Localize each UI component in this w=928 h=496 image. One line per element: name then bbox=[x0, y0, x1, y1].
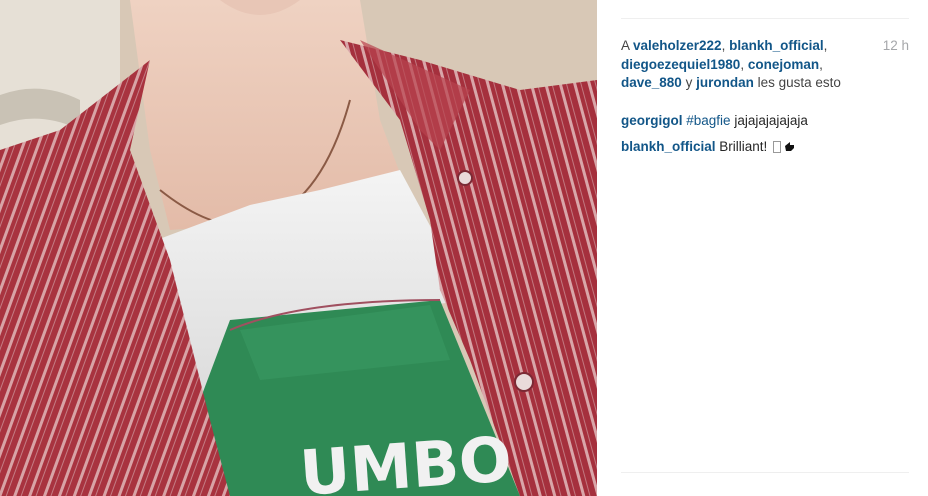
comment-text: jajajajajajaja bbox=[730, 113, 808, 128]
pointing-hand-icon bbox=[785, 141, 795, 151]
like-user-link[interactable]: conejoman bbox=[748, 57, 819, 72]
like-user-link[interactable]: jurondan bbox=[696, 75, 754, 90]
likes-prefix: A bbox=[621, 38, 634, 53]
likes-conjunction: y bbox=[681, 75, 697, 90]
comment-user-link[interactable]: georgigol bbox=[621, 113, 683, 128]
hashtag-link[interactable]: #bagfie bbox=[686, 113, 730, 128]
divider-bottom bbox=[621, 472, 909, 473]
photo-image: UMBO bbox=[0, 0, 597, 496]
likes-suffix: les gusta esto bbox=[753, 75, 841, 90]
post-photo[interactable]: UMBO bbox=[0, 0, 597, 496]
comment-text: Brilliant! bbox=[715, 138, 772, 154]
comments-list: georgigol #bagfie jajajajajajaja blankh_… bbox=[621, 112, 909, 163]
like-user-link[interactable]: diegoezequiel1980 bbox=[621, 57, 740, 72]
likes-summary: A valeholzer222, blankh_official, diegoe… bbox=[621, 38, 841, 90]
comment-item: georgigol #bagfie jajajajajajaja bbox=[621, 112, 909, 131]
divider-top bbox=[621, 18, 909, 19]
like-user-link[interactable]: valeholzer222 bbox=[633, 38, 722, 53]
comment-item: blankh_official Brilliant! bbox=[621, 138, 909, 157]
like-user-link[interactable]: dave_880 bbox=[621, 75, 682, 90]
unsupported-emoji-icon bbox=[773, 140, 782, 153]
like-user-link[interactable]: blankh_official bbox=[729, 38, 824, 53]
post-timestamp[interactable]: 12 h bbox=[883, 37, 909, 56]
post-sidebar: A valeholzer222, blankh_official, diegoe… bbox=[621, 0, 909, 496]
comment-user-link[interactable]: blankh_official bbox=[621, 139, 716, 154]
